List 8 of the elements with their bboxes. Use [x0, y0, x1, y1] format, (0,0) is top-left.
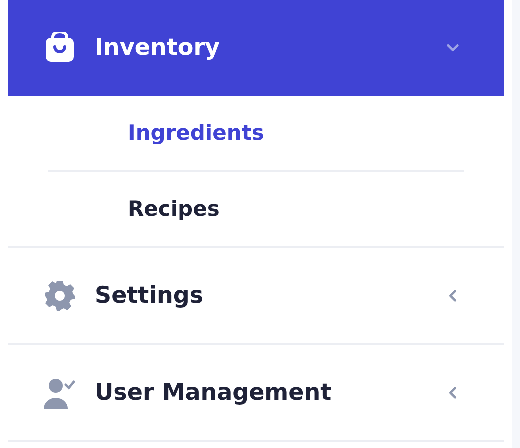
user-check-icon [44, 376, 76, 408]
menu-item[interactable]: User Management [8, 345, 504, 442]
submenu-item[interactable]: Recipes [48, 172, 464, 246]
menu-item[interactable]: Inventory [8, 0, 504, 96]
submenu-item[interactable]: Ingredients [48, 96, 464, 172]
gear-icon [44, 280, 76, 312]
bag-icon [44, 32, 76, 64]
menu-item[interactable]: Settings [8, 248, 504, 345]
